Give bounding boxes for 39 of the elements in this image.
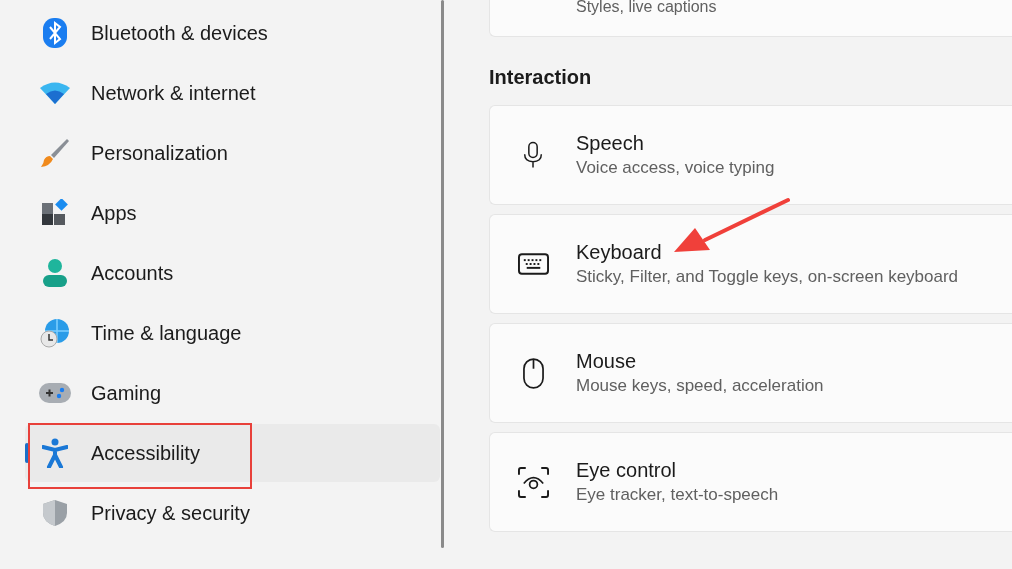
sidebar-item[interactable]: Network & internet	[25, 64, 440, 122]
settings-card[interactable]: Styles, live captions	[489, 0, 1012, 37]
microphone-icon	[523, 140, 543, 170]
card-description: Styles, live captions	[576, 0, 717, 16]
settings-card[interactable]: Keyboard Sticky, Filter, and Toggle keys, on-screen keyboard	[489, 214, 1012, 314]
apps-icon	[41, 199, 69, 227]
sidebar-item[interactable]: Accessibility	[25, 424, 440, 482]
gamepad-icon	[39, 383, 71, 403]
card-title: Speech	[576, 132, 645, 155]
card-title: Mouse	[576, 350, 638, 373]
settings-card[interactable]: Mouse Mouse keys, speed, acceleration	[489, 323, 1012, 423]
card-description: Mouse keys, speed, acceleration	[576, 376, 824, 396]
sidebar-item[interactable]: Bluetooth & devices	[25, 4, 440, 62]
wifi-icon	[40, 82, 70, 104]
selection-indicator	[25, 443, 29, 463]
settings-card[interactable]: Speech Voice access, voice typing	[489, 105, 1012, 205]
eye-icon	[517, 466, 549, 498]
card-description: Voice access, voice typing	[576, 158, 775, 178]
sidebar-item[interactable]: Time & language	[25, 304, 440, 362]
mouse-icon	[522, 357, 544, 389]
settings-card[interactable]: Eye control Eye tracker, text-to-speech	[489, 432, 1012, 532]
sidebar-item[interactable]: Privacy & security	[25, 484, 440, 542]
bluetooth-icon	[43, 18, 67, 48]
card-title: Keyboard	[576, 241, 663, 264]
card-title: Eye control	[576, 459, 678, 482]
globe-clock-icon	[40, 318, 70, 348]
accessibility-icon	[42, 438, 68, 468]
card-description: Sticky, Filter, and Toggle keys, on-screen keyboard	[576, 267, 959, 287]
card-description: Eye tracker, text-to-speech	[576, 485, 779, 505]
sidebar-item[interactable]: Apps	[25, 184, 440, 242]
sidebar-item[interactable]: Personalization	[25, 124, 440, 182]
person-icon	[42, 258, 68, 288]
paintbrush-icon	[40, 138, 70, 168]
scrollbar[interactable]	[441, 0, 444, 548]
shield-icon	[42, 499, 68, 527]
sidebar-item[interactable]: Gaming	[25, 364, 440, 422]
section-title: Interaction	[489, 66, 593, 89]
keyboard-icon	[517, 253, 549, 275]
sidebar-item[interactable]: Accounts	[25, 244, 440, 302]
